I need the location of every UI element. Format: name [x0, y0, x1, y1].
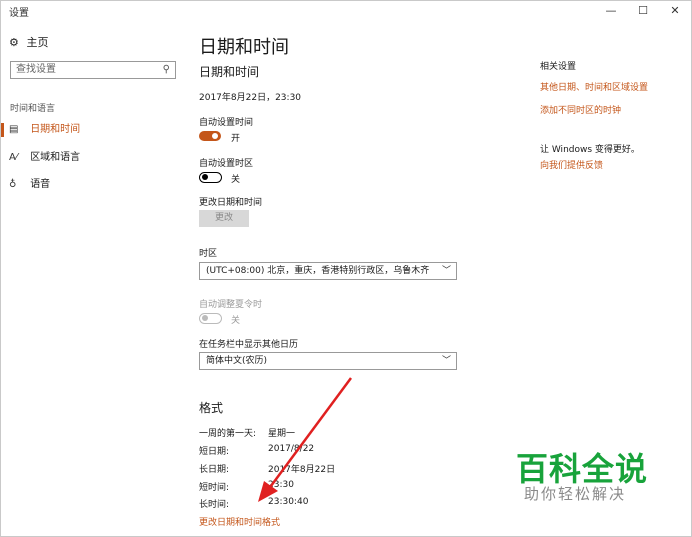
- watermark-subtitle: 助你轻松解决: [524, 485, 627, 503]
- watermark: 百科全说 助你轻松解决: [514, 444, 647, 508]
- arrow-head: [258, 481, 278, 502]
- arrow-shaft: [266, 377, 353, 491]
